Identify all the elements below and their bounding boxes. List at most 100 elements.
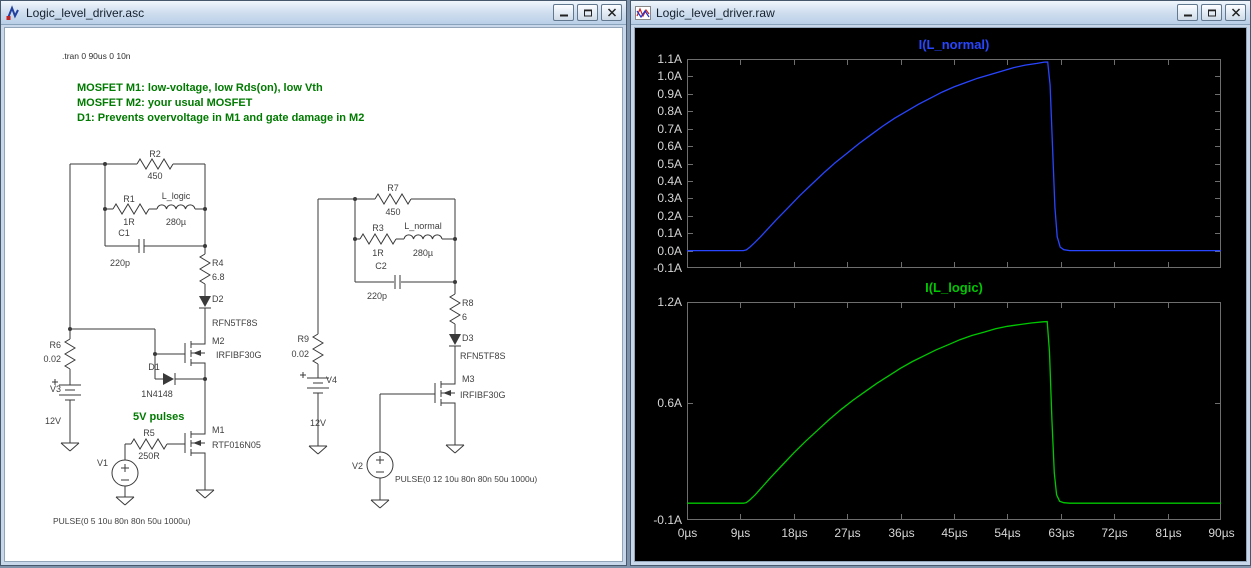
diode-d3[interactable] <box>449 334 461 347</box>
r7-name-label[interactable]: R7 <box>387 183 399 193</box>
m2-value-label[interactable]: IRFIBF30G <box>216 350 262 360</box>
r2-value-label[interactable]: 450 <box>147 171 162 181</box>
r3-value-label[interactable]: 1R <box>372 248 384 258</box>
trace-label-0[interactable]: I(L_normal) <box>687 37 1221 52</box>
mosfet-m1[interactable] <box>184 423 206 463</box>
close-icon <box>607 8 616 17</box>
v3-value-label[interactable]: 12V <box>45 416 61 426</box>
d3-name-label[interactable]: D3 <box>462 333 474 343</box>
y-tick-label: 0.1A <box>657 225 682 240</box>
v2-name-label[interactable]: V2 <box>352 461 363 471</box>
r7-value-label[interactable]: 450 <box>385 207 400 217</box>
resistor-r4[interactable] <box>199 253 211 285</box>
resistor-r5[interactable] <box>130 438 168 450</box>
y-tick-label: 0.4A <box>657 173 682 188</box>
y-tick-label: 0.8A <box>657 103 682 118</box>
r5-value-label[interactable]: 250R <box>138 451 160 461</box>
l-logic-name-label[interactable]: L_logic <box>162 191 191 201</box>
comment-d1[interactable]: D1: Prevents overvoltage in M1 and gate … <box>77 112 364 124</box>
c2-value-label[interactable]: 220p <box>367 291 387 301</box>
r3-name-label[interactable]: R3 <box>372 223 384 233</box>
comment-m1[interactable]: MOSFET M1: low-voltage, low Rds(on), low… <box>77 82 323 94</box>
minimize-button[interactable] <box>553 4 574 21</box>
r4-name-label[interactable]: R4 <box>212 258 224 268</box>
d1-value-label[interactable]: 1N4148 <box>141 389 173 399</box>
comment-m2[interactable]: MOSFET M2: your usual MOSFET <box>77 97 253 109</box>
m2-name-label[interactable]: M2 <box>212 336 225 346</box>
c2-name-label[interactable]: C2 <box>375 261 387 271</box>
d2-value-label[interactable]: RFN5TF8S <box>212 318 258 328</box>
voltage-source-v1[interactable] <box>111 459 139 487</box>
ltspice-schematic-icon[interactable] <box>5 4 21 21</box>
plot-pane-0[interactable] <box>687 59 1221 268</box>
plot-pane-1[interactable] <box>687 302 1221 520</box>
diode-d2[interactable] <box>199 296 211 309</box>
d1-name-label[interactable]: D1 <box>148 362 160 372</box>
comment-5v-pulses[interactable]: 5V pulses <box>133 411 184 423</box>
resistor-r1[interactable] <box>112 203 150 215</box>
resistor-r6[interactable] <box>64 338 76 370</box>
resistor-r2[interactable] <box>136 158 174 170</box>
l-logic-value-label[interactable]: 280µ <box>166 217 186 227</box>
spice-directive[interactable]: .tran 0 90us 0 10n <box>62 51 131 61</box>
capacitor-c2[interactable] <box>394 275 401 289</box>
r8-name-label[interactable]: R8 <box>462 298 474 308</box>
m1-name-label[interactable]: M1 <box>212 425 225 435</box>
r9-name-label[interactable]: R9 <box>297 334 309 344</box>
close-button[interactable] <box>1225 4 1246 21</box>
ltspice-waveform-icon[interactable] <box>635 5 651 21</box>
minimize-button[interactable] <box>1177 4 1198 21</box>
mosfet-m3[interactable] <box>434 373 456 413</box>
m1-value-label[interactable]: RTF016N05 <box>212 440 261 450</box>
l-normal-name-label[interactable]: L_normal <box>404 221 442 231</box>
v3-name-label[interactable]: V3 <box>50 384 61 394</box>
capacitor-c1[interactable] <box>138 239 145 253</box>
v4-value-label[interactable]: 12V <box>310 418 326 428</box>
minimize-icon <box>1183 14 1192 17</box>
trace-label-1[interactable]: I(L_logic) <box>687 280 1221 295</box>
diode-d1[interactable] <box>163 373 176 385</box>
resistor-r7[interactable] <box>374 193 412 205</box>
r4-value-label[interactable]: 6.8 <box>212 272 225 282</box>
voltage-source-v2[interactable] <box>366 451 394 479</box>
schematic-titlebar[interactable]: Logic_level_driver.asc <box>1 1 626 25</box>
r2-name-label[interactable]: R2 <box>149 149 161 159</box>
resistor-r3[interactable] <box>359 233 397 245</box>
schematic-canvas[interactable]: .tran 0 90us 0 10n MOSFET M1: low-voltag… <box>4 27 623 562</box>
v4-name-label[interactable]: V4 <box>326 375 337 385</box>
v2-value-label[interactable]: PULSE(0 12 10u 80n 80n 50u 1000u) <box>395 474 537 484</box>
waveform-titlebar[interactable]: Logic_level_driver.raw <box>631 1 1250 25</box>
trace-1[interactable] <box>687 320 1221 504</box>
schematic-window-title: Logic_level_driver.asc <box>26 5 145 20</box>
mosfet-m2[interactable] <box>184 333 206 373</box>
r1-value-label[interactable]: 1R <box>123 217 135 227</box>
restore-button[interactable] <box>577 4 598 21</box>
v1-value-label[interactable]: PULSE(0 5 10u 80n 80n 50u 1000u) <box>53 516 191 526</box>
resistor-r8[interactable] <box>449 293 461 325</box>
trace-0[interactable] <box>687 61 1221 252</box>
inductor-l-logic[interactable] <box>156 204 196 210</box>
d3-value-label[interactable]: RFN5TF8S <box>460 351 506 361</box>
m3-value-label[interactable]: IRFIBF30G <box>460 390 506 400</box>
m3-name-label[interactable]: M3 <box>462 374 475 384</box>
r6-name-label[interactable]: R6 <box>49 340 61 350</box>
c1-name-label[interactable]: C1 <box>118 228 130 238</box>
waveform-window: Logic_level_driver.raw I(L_normal) 1.1A 1.… <box>630 0 1251 566</box>
r6-value-label[interactable]: 0.02 <box>43 354 61 364</box>
r1-name-label[interactable]: R1 <box>123 194 135 204</box>
restore-icon <box>1207 9 1216 17</box>
inductor-l-normal[interactable] <box>403 234 443 240</box>
restore-button[interactable] <box>1201 4 1222 21</box>
v1-name-label[interactable]: V1 <box>97 458 108 468</box>
d2-name-label[interactable]: D2 <box>212 294 224 304</box>
x-tick-label: 81µs <box>1155 526 1182 540</box>
r8-value-label[interactable]: 6 <box>462 312 467 322</box>
r9-value-label[interactable]: 0.02 <box>291 349 309 359</box>
r5-name-label[interactable]: R5 <box>143 428 155 438</box>
close-button[interactable] <box>601 4 622 21</box>
c1-value-label[interactable]: 220p <box>110 258 130 268</box>
resistor-r9[interactable] <box>312 333 324 365</box>
waveform-plot-area[interactable]: I(L_normal) 1.1A 1.0A 0.9A 0.8A 0.7A 0.6A 0.5A 0… <box>634 27 1247 562</box>
battery-v4[interactable] <box>300 372 329 394</box>
l-normal-value-label[interactable]: 280µ <box>413 248 433 258</box>
